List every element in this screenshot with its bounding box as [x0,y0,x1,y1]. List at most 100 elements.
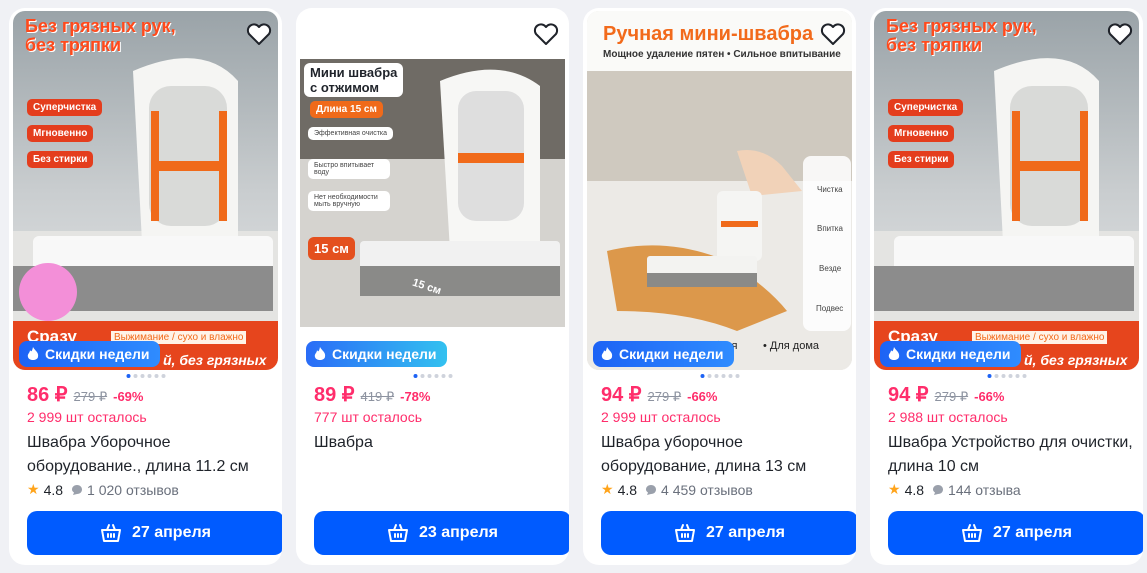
product-title[interactable]: Швабра уборочное оборудование, длина 13 … [601,431,851,479]
image-caption: й, без грязных рук [163,352,267,370]
star-icon: ★ [601,481,614,497]
image-caption: • Для дома [763,340,820,352]
product-card-1[interactable]: Без грязных рук, без тряпки Суперчистка … [9,8,282,565]
basket-icon [962,524,982,542]
rating-value: 4.8 [43,481,64,498]
product-title[interactable]: Швабра Устройство для очистки, длина 10 … [888,431,1138,479]
product-card-2[interactable]: Мини швабра с отжимом Длина 15 см Эффект… [296,8,569,565]
reviews-count: 144 отзыва [948,481,1021,498]
product-card-4[interactable]: Без грязных рук, без тряпки Суперчистка … [870,8,1143,565]
delivery-date: 27 апреля [993,524,1072,541]
discount-percent: -66% [687,389,718,404]
badge-label: Скидки недели [45,346,150,362]
image-feature: Суперчистка [27,99,103,116]
stock-left: 2 999 шт осталось [601,409,721,425]
delivery-date: 23 апреля [419,524,498,541]
image-feature: Длина 15 см [310,101,383,118]
heart-icon[interactable] [244,19,274,49]
side-feature: Везде [819,264,842,273]
carousel-dots[interactable] [413,374,452,378]
discount-badge: Скидки недели [593,341,734,367]
side-feature: Впитка [817,224,843,233]
rating[interactable]: ★ 4.8 4 459 отзывов [601,481,753,498]
current-price: 94 ₽ [601,384,642,406]
image-caption: й, без грязных рук [1024,352,1128,370]
reviews: 4 459 отзывов [645,482,753,498]
image-feature: Мгновенно [27,125,94,142]
star-icon: ★ [888,481,901,497]
product-image[interactable]: Без грязных рук, без тряпки Суперчистка … [13,11,278,370]
badge-label: Скидки недели [332,346,437,362]
star-icon: ★ [27,481,40,497]
heart-icon[interactable] [1105,19,1135,49]
price-row: 94 ₽ 279 ₽ -66% [888,382,1004,407]
carousel-dots[interactable] [126,374,165,378]
current-price: 89 ₽ [314,384,355,406]
image-headline: Без грязных рук, без тряпки [886,16,1037,55]
image-feature: Без стирки [27,151,94,168]
delivery-button[interactable]: 27 апреля [27,511,282,555]
gift-sticker [19,263,77,321]
price-row: 94 ₽ 279 ₽ -66% [601,382,717,407]
badge-label: Скидки недели [906,346,1011,362]
delivery-date: 27 апреля [706,524,785,541]
heart-icon[interactable] [531,19,561,49]
delivery-date: 27 апреля [132,524,211,541]
old-price: 279 ₽ [647,389,682,404]
image-feature: Нет необходимости мыть вручную [308,191,390,211]
delivery-button[interactable]: 27 апреля [888,511,1143,555]
fire-icon [314,347,326,360]
product-photo [587,11,852,370]
stock-left: 2 999 шт осталось [27,409,147,425]
image-headline: Ручная мини-швабра [603,23,814,45]
image-feature: Без стирки [888,151,955,168]
delivery-button[interactable]: 23 апреля [314,511,569,555]
side-feature: Подвес [816,304,844,313]
discount-percent: -66% [974,389,1005,404]
image-subline: Мощное удаление пятен • Сильное впитыван… [603,49,841,60]
rating[interactable]: ★ 4.8 1 020 отзывов [27,481,179,498]
basket-icon [675,524,695,542]
rating[interactable]: ★ 4.8 144 отзыва [888,481,1021,498]
product-title[interactable]: Швабра [314,431,564,455]
current-price: 94 ₽ [888,384,929,406]
badge-label: Скидки недели [619,346,724,362]
image-headline: Без грязных рук, без тряпки [25,16,176,55]
reviews: 144 отзыва [932,482,1021,498]
basket-icon [101,524,121,542]
carousel-dots[interactable] [987,374,1026,378]
old-price: 419 ₽ [360,389,395,404]
heart-icon[interactable] [818,19,848,49]
product-title[interactable]: Швабра Уборочное оборудование., длина 11… [27,431,277,479]
fire-icon [601,347,613,360]
chat-icon [72,484,83,495]
product-image[interactable]: Без грязных рук, без тряпки Суперчистка … [874,11,1139,370]
rating-value: 4.8 [904,481,925,498]
discount-percent: -69% [113,389,144,404]
size-sticker: 15 см [308,237,355,260]
rating-value: 4.8 [617,481,638,498]
stock-left: 777 шт осталось [314,409,423,425]
product-card-3[interactable]: Ручная мини-швабра Мощное удаление пятен… [583,8,856,565]
price-row: 86 ₽ 279 ₽ -69% [27,382,143,407]
carousel-dots[interactable] [700,374,739,378]
discount-badge: Скидки недели [306,341,447,367]
side-feature: Чистка [817,185,843,194]
product-image[interactable]: Ручная мини-швабра Мощное удаление пятен… [587,11,852,370]
reviews-count: 1 020 отзывов [87,481,179,498]
fire-icon [888,347,900,360]
product-image[interactable]: Мини швабра с отжимом Длина 15 см Эффект… [300,11,565,370]
image-feature: Мгновенно [888,125,955,142]
stock-left: 2 988 шт осталось [888,409,1008,425]
discount-badge: Скидки недели [880,341,1021,367]
chat-icon [646,484,657,495]
fire-icon [27,347,39,360]
discount-percent: -78% [400,389,431,404]
reviews: 1 020 отзывов [71,482,179,498]
image-feature: Эффективная очистка [308,127,394,140]
price-row: 89 ₽ 419 ₽ -78% [314,382,430,407]
image-headline-box: Мини швабра с отжимом [304,63,404,97]
chat-icon [933,484,944,495]
current-price: 86 ₽ [27,384,68,406]
delivery-button[interactable]: 27 апреля [601,511,856,555]
